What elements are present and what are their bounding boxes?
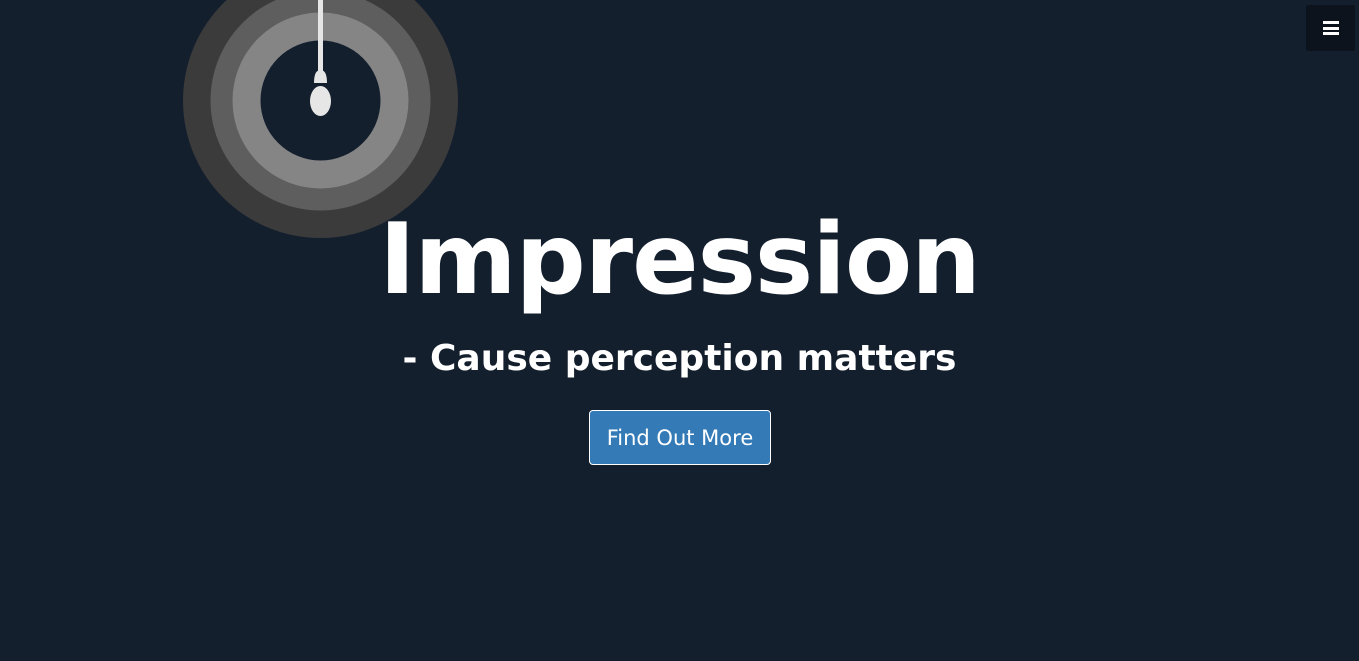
lamp-cord xyxy=(318,0,323,73)
hamburger-menu-icon xyxy=(1322,21,1339,35)
page-title: Impression xyxy=(379,203,981,317)
menu-toggle-button[interactable] xyxy=(1306,5,1355,51)
find-out-more-button[interactable]: Find Out More xyxy=(589,410,771,465)
tagline: - Cause perception matters xyxy=(402,338,957,379)
lamp-bulb xyxy=(310,86,331,116)
hero-section: Impression - Cause perception matters Fi… xyxy=(0,0,1359,661)
